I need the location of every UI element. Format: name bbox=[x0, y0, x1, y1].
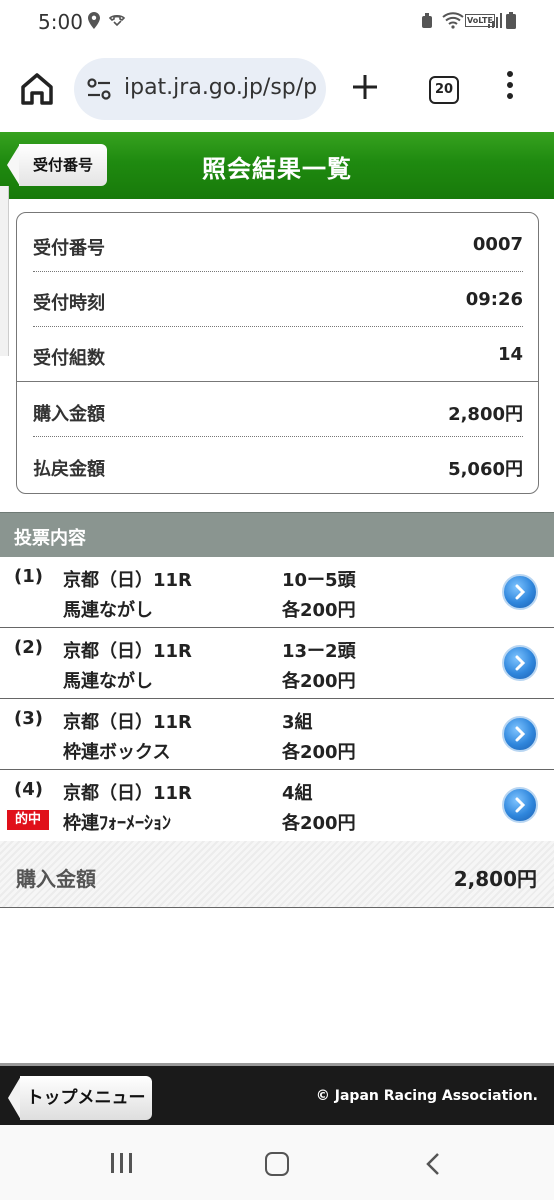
summary-row: 受付時刻 09:26 bbox=[33, 271, 523, 326]
copyright-text: © Japan Racing Association. bbox=[315, 1088, 538, 1104]
summary-label: 受付番号 bbox=[33, 238, 105, 259]
page-footer: トップメニュー © Japan Racing Association. bbox=[0, 1063, 554, 1128]
bet-amount: 各200円 bbox=[282, 813, 356, 834]
new-tab-button[interactable] bbox=[350, 66, 380, 109]
bet-row[interactable]: (1) 京都（日）11R 馬連ながし 10ー5頭 各200円 bbox=[0, 557, 554, 628]
status-time: 5:00 bbox=[38, 10, 83, 34]
page-header: 受付番号 照会結果一覧 bbox=[0, 132, 554, 199]
total-bar: 購入金額 2,800円 bbox=[0, 841, 554, 908]
summary-value: 09:26 bbox=[465, 289, 523, 310]
site-settings-icon[interactable] bbox=[86, 76, 112, 102]
bet-row[interactable]: (4) 的中 京都（日）11R 枠連ﾌｫｰﾒｰｼｮﾝ 4組 各200円 bbox=[0, 770, 554, 841]
summary-row: 購入金額 2,800円 bbox=[33, 382, 523, 437]
bet-number: (2) bbox=[14, 637, 43, 658]
back-nav-icon[interactable] bbox=[425, 1152, 441, 1180]
summary-label: 購入金額 bbox=[33, 404, 105, 425]
summary-value: 2,800円 bbox=[448, 404, 523, 425]
tab-switcher-button[interactable]: 20 bbox=[429, 76, 459, 104]
summary-label: 受付時刻 bbox=[33, 293, 105, 314]
summary-row: 受付番号 0007 bbox=[33, 216, 523, 271]
alarm-icon bbox=[420, 12, 434, 34]
system-navigation-bar bbox=[0, 1125, 554, 1200]
bet-race: 京都（日）11R bbox=[63, 641, 192, 662]
home-button[interactable] bbox=[18, 70, 56, 108]
summary-card: 受付番号 0007 受付時刻 09:26 受付組数 14 購入金額 2,800円… bbox=[16, 212, 539, 494]
bet-amount: 各200円 bbox=[282, 600, 356, 621]
detail-chevron-icon[interactable] bbox=[502, 645, 538, 681]
page-title: 照会結果一覧 bbox=[202, 155, 352, 183]
recent-apps-icon[interactable] bbox=[111, 1153, 133, 1173]
bet-combination: 4組 bbox=[282, 783, 313, 804]
section-header: 投票内容 bbox=[0, 512, 554, 558]
battery-icon bbox=[506, 12, 516, 34]
signal-icon bbox=[488, 12, 502, 34]
detail-chevron-icon[interactable] bbox=[502, 716, 538, 752]
bet-type: 枠連ボックス bbox=[63, 742, 171, 763]
home-icon bbox=[21, 73, 53, 105]
summary-value: 0007 bbox=[472, 234, 523, 255]
bet-race: 京都（日）11R bbox=[63, 570, 192, 591]
bet-amount: 各200円 bbox=[282, 742, 356, 763]
detail-chevron-icon[interactable] bbox=[502, 574, 538, 610]
bet-row[interactable]: (2) 京都（日）11R 馬連ながし 13ー2頭 各200円 bbox=[0, 628, 554, 699]
more-menu-icon[interactable] bbox=[505, 71, 515, 107]
home-nav-icon[interactable] bbox=[265, 1152, 289, 1176]
bet-combination: 13ー2頭 bbox=[282, 641, 356, 662]
browser-toolbar: ipat.jra.go.jp/sp/p 20 bbox=[0, 44, 554, 132]
total-value: 2,800円 bbox=[453, 867, 537, 891]
bet-type: 馬連ながし bbox=[63, 600, 153, 621]
bet-number: (4) bbox=[14, 779, 43, 800]
summary-value: 14 bbox=[497, 344, 523, 365]
summary-label: 払戻金額 bbox=[33, 459, 105, 480]
location-icon bbox=[88, 12, 100, 34]
bet-type: 枠連ﾌｫｰﾒｰｼｮﾝ bbox=[63, 813, 171, 834]
address-bar[interactable]: ipat.jra.go.jp/sp/p bbox=[74, 58, 326, 120]
wifi-icon bbox=[442, 12, 464, 34]
section-title: 投票内容 bbox=[14, 528, 86, 549]
summary-label: 受付組数 bbox=[33, 348, 105, 369]
detail-chevron-icon[interactable] bbox=[502, 787, 538, 823]
summary-row: 払戻金額 5,060円 bbox=[33, 437, 523, 492]
url-text[interactable]: ipat.jra.go.jp/sp/p bbox=[124, 75, 324, 100]
bet-type: 馬連ながし bbox=[63, 671, 153, 692]
plus-icon bbox=[353, 75, 377, 99]
bet-combination: 3組 bbox=[282, 712, 313, 733]
top-menu-label: トップメニュー bbox=[20, 1076, 152, 1120]
bet-race: 京都（日）11R bbox=[63, 783, 192, 804]
total-label: 購入金額 bbox=[16, 867, 96, 891]
bet-row[interactable]: (3) 京都（日）11R 枠連ボックス 3組 各200円 bbox=[0, 699, 554, 770]
hit-badge: 的中 bbox=[7, 810, 49, 830]
summary-value: 5,060円 bbox=[448, 459, 523, 480]
bet-number: (3) bbox=[14, 708, 43, 729]
missed-call-icon bbox=[108, 12, 126, 34]
bet-race: 京都（日）11R bbox=[63, 712, 192, 733]
summary-row: 受付組数 14 bbox=[33, 326, 523, 381]
edge-panel-handle[interactable] bbox=[0, 186, 9, 356]
bet-combination: 10ー5頭 bbox=[282, 570, 356, 591]
status-bar: 5:00 VoLTE bbox=[0, 0, 554, 44]
bet-amount: 各200円 bbox=[282, 671, 356, 692]
bet-number: (1) bbox=[14, 566, 43, 587]
